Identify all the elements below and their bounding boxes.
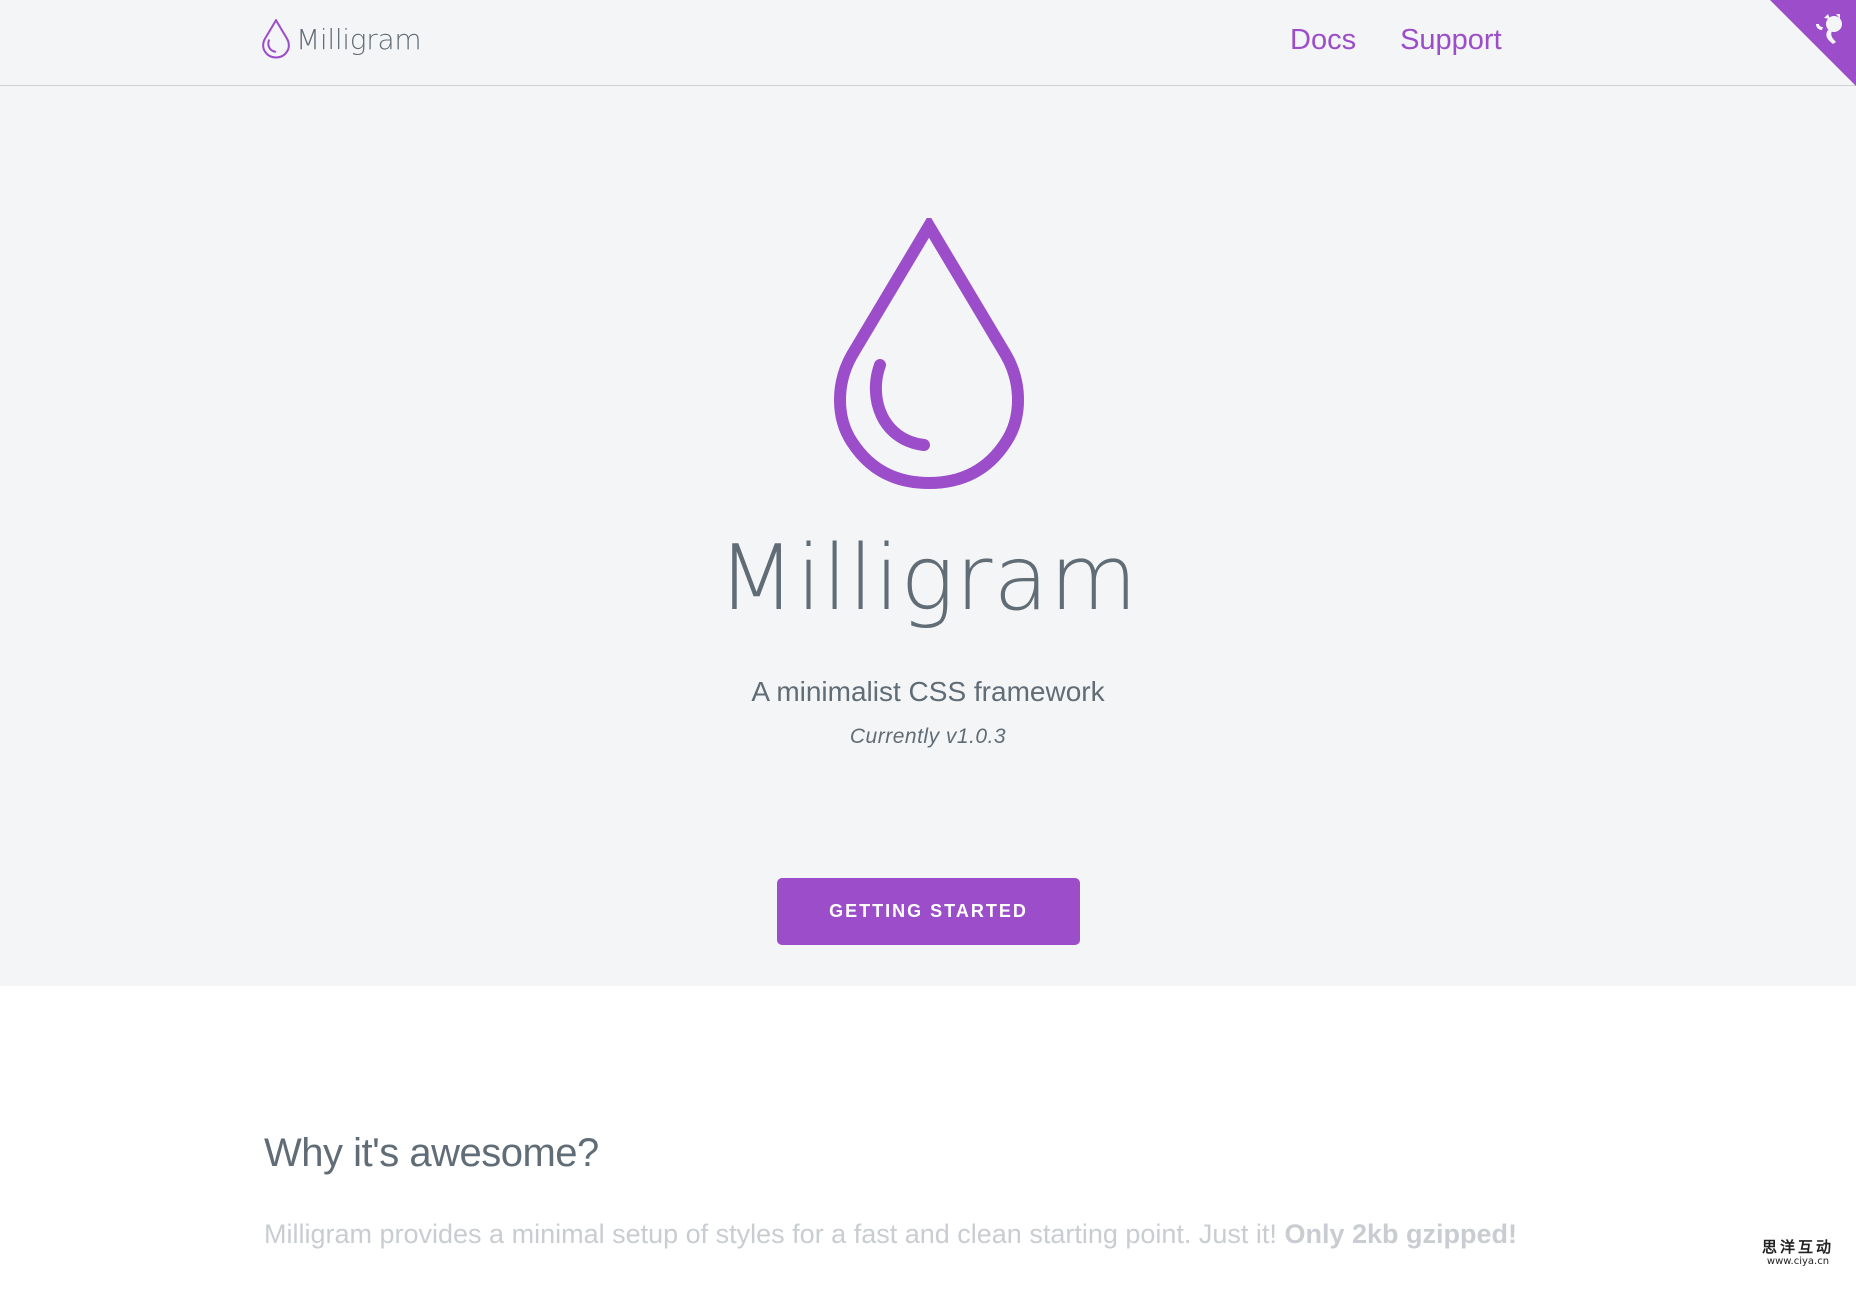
hero-subtitle: A minimalist CSS framework	[751, 676, 1105, 707]
section-text-faded	[264, 1254, 272, 1290]
watermark-cn: 思洋互动	[1761, 1238, 1834, 1256]
hero-version: Currently v1.0.3	[849, 725, 1007, 748]
hero-section: Milligram A minimalist CSS framework Cur…	[0, 86, 1856, 986]
nav-brand-label: Milligram	[296, 22, 422, 56]
hero-title: Milligram	[717, 526, 1139, 631]
nav-link-support[interactable]: Support	[1400, 20, 1502, 60]
droplet-icon	[262, 18, 290, 59]
nav-link-docs[interactable]: Docs	[1290, 20, 1356, 60]
section-text-bold: Only 2kb gzipped!	[1284, 1219, 1517, 1249]
section-text: Milligram provides a minimal setup of st…	[264, 1219, 1277, 1249]
github-octocat-icon	[1770, 0, 1856, 86]
github-corner-link[interactable]	[1770, 0, 1856, 86]
section-title: Why it's awesome?	[264, 1131, 599, 1175]
watermark: 思洋互动 www.ciya.cn	[1762, 1238, 1834, 1268]
why-awesome-section: Why it's awesome? Milligram provides a m…	[0, 986, 1856, 1280]
nav-links: Docs Support	[1290, 20, 1502, 60]
nav-brand-link[interactable]: Milligram	[262, 18, 422, 60]
droplet-logo-icon	[834, 218, 1024, 490]
section-paragraph: Milligram provides a minimal setup of st…	[264, 1216, 1604, 1252]
getting-started-button[interactable]: GETTING STARTED	[777, 878, 1080, 945]
top-navigation: Milligram Docs Support	[0, 0, 1856, 86]
watermark-url: www.ciya.cn	[1766, 1256, 1830, 1267]
